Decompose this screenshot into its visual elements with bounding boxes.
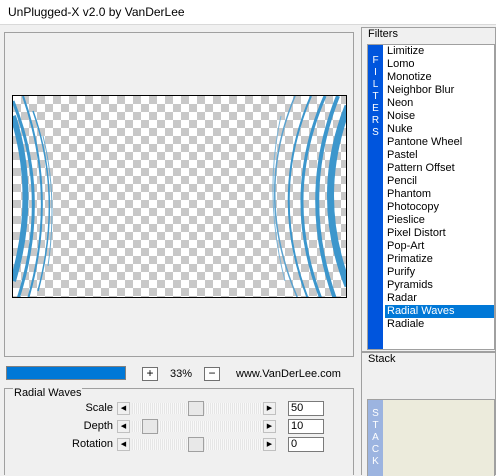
filter-item[interactable]: Pastel xyxy=(385,149,494,162)
filter-item[interactable]: Noise xyxy=(385,110,494,123)
tab-letter: C xyxy=(371,444,380,455)
filters-group: Filters F I L T E R S Limitize Lomo Mono… xyxy=(361,27,496,352)
filter-item-selected[interactable]: Radial Waves xyxy=(385,305,494,318)
zoom-out-button[interactable]: − xyxy=(204,367,220,381)
progress-fill xyxy=(7,367,125,379)
filter-item[interactable]: Phantom xyxy=(385,188,494,201)
filter-item[interactable]: Pattern Offset xyxy=(385,162,494,175)
slider-right-arrow-icon[interactable]: ▶ xyxy=(263,420,276,433)
filter-item[interactable]: Pieslice xyxy=(385,214,494,227)
tab-letter: S xyxy=(372,408,379,419)
filter-item[interactable]: Neighbor Blur xyxy=(385,84,494,97)
filter-item[interactable]: Radiale xyxy=(385,318,494,331)
parameters-group-label: Radial Waves xyxy=(13,387,83,399)
filter-item[interactable]: Limitize xyxy=(385,45,494,58)
tab-letter: F xyxy=(372,55,379,66)
filter-item[interactable]: Pixel Distort xyxy=(385,227,494,240)
param-row-scale: Scale ◀ ▶ 50 xyxy=(5,401,355,417)
filter-item[interactable]: Pop-Art xyxy=(385,240,494,253)
filter-item[interactable]: Photocopy xyxy=(385,201,494,214)
filter-item[interactable]: Nuke xyxy=(385,123,494,136)
slider-right-arrow-icon[interactable]: ▶ xyxy=(263,438,276,451)
parameters-group: Radial Waves Scale ◀ ▶ 50 Depth ◀ ▶ 10 R… xyxy=(4,387,355,475)
slider-left-arrow-icon[interactable]: ◀ xyxy=(117,420,130,433)
tab-letter: L xyxy=(372,79,379,90)
filter-item[interactable]: Monotize xyxy=(385,71,494,84)
window-title: UnPlugged-X v2.0 by VanDerLee xyxy=(8,5,185,19)
tab-letter: T xyxy=(372,91,379,102)
preview-image[interactable] xyxy=(12,95,347,298)
zoom-level: 33% xyxy=(170,368,193,380)
zoom-in-button[interactable]: + xyxy=(142,367,158,381)
filter-item[interactable]: Pyramids xyxy=(385,279,494,292)
stack-list-box: S T A C K xyxy=(367,399,495,476)
stack-group: Stack S T A C K xyxy=(361,352,496,476)
filter-list: Limitize Lomo Monotize Neighbor Blur Neo… xyxy=(385,45,494,331)
tab-letter: R xyxy=(371,115,380,126)
filter-item[interactable]: Lomo xyxy=(385,58,494,71)
param-label: Scale xyxy=(85,402,113,414)
filter-list-box: F I L T E R S Limitize Lomo Monotize Nei… xyxy=(367,44,495,350)
title-bar: UnPlugged-X v2.0 by VanDerLee xyxy=(0,0,496,25)
filter-item[interactable]: Primatize xyxy=(385,253,494,266)
filter-item[interactable]: Pencil xyxy=(385,175,494,188)
website-link[interactable]: www.VanDerLee.com xyxy=(236,368,341,380)
slider-right-arrow-icon[interactable]: ▶ xyxy=(263,402,276,415)
progress-bar xyxy=(6,366,126,380)
param-label: Depth xyxy=(83,420,113,432)
rotation-slider-thumb[interactable] xyxy=(188,437,204,452)
stack-group-label: Stack xyxy=(368,353,396,365)
filter-item[interactable]: Neon xyxy=(385,97,494,110)
scale-slider-thumb[interactable] xyxy=(188,401,204,416)
tab-letter: E xyxy=(372,103,379,114)
slider-left-arrow-icon[interactable]: ◀ xyxy=(117,402,130,415)
tab-letter: A xyxy=(372,432,379,443)
tab-letter: S xyxy=(372,127,379,138)
depth-slider-thumb[interactable] xyxy=(142,419,158,434)
radial-waves-art xyxy=(13,96,346,297)
filter-item[interactable]: Radar xyxy=(385,292,494,305)
filters-group-label: Filters xyxy=(368,28,398,40)
filter-item[interactable]: Purify xyxy=(385,266,494,279)
scale-value-input[interactable]: 50 xyxy=(288,401,324,416)
slider-left-arrow-icon[interactable]: ◀ xyxy=(117,438,130,451)
param-row-depth: Depth ◀ ▶ 10 xyxy=(5,419,355,435)
rotation-value-input[interactable]: 0 xyxy=(288,437,324,452)
param-row-rotation: Rotation ◀ ▶ 0 xyxy=(5,437,355,453)
filter-item[interactable]: Pantone Wheel xyxy=(385,136,494,149)
tab-letter: T xyxy=(372,420,379,431)
filters-vertical-tab[interactable]: F I L T E R S xyxy=(368,45,383,349)
depth-value-input[interactable]: 10 xyxy=(288,419,324,434)
stack-vertical-tab[interactable]: S T A C K xyxy=(368,400,383,476)
preview-panel xyxy=(4,32,354,357)
tab-letter: I xyxy=(374,67,377,78)
tab-letter: K xyxy=(372,456,379,467)
param-label: Rotation xyxy=(72,438,113,450)
